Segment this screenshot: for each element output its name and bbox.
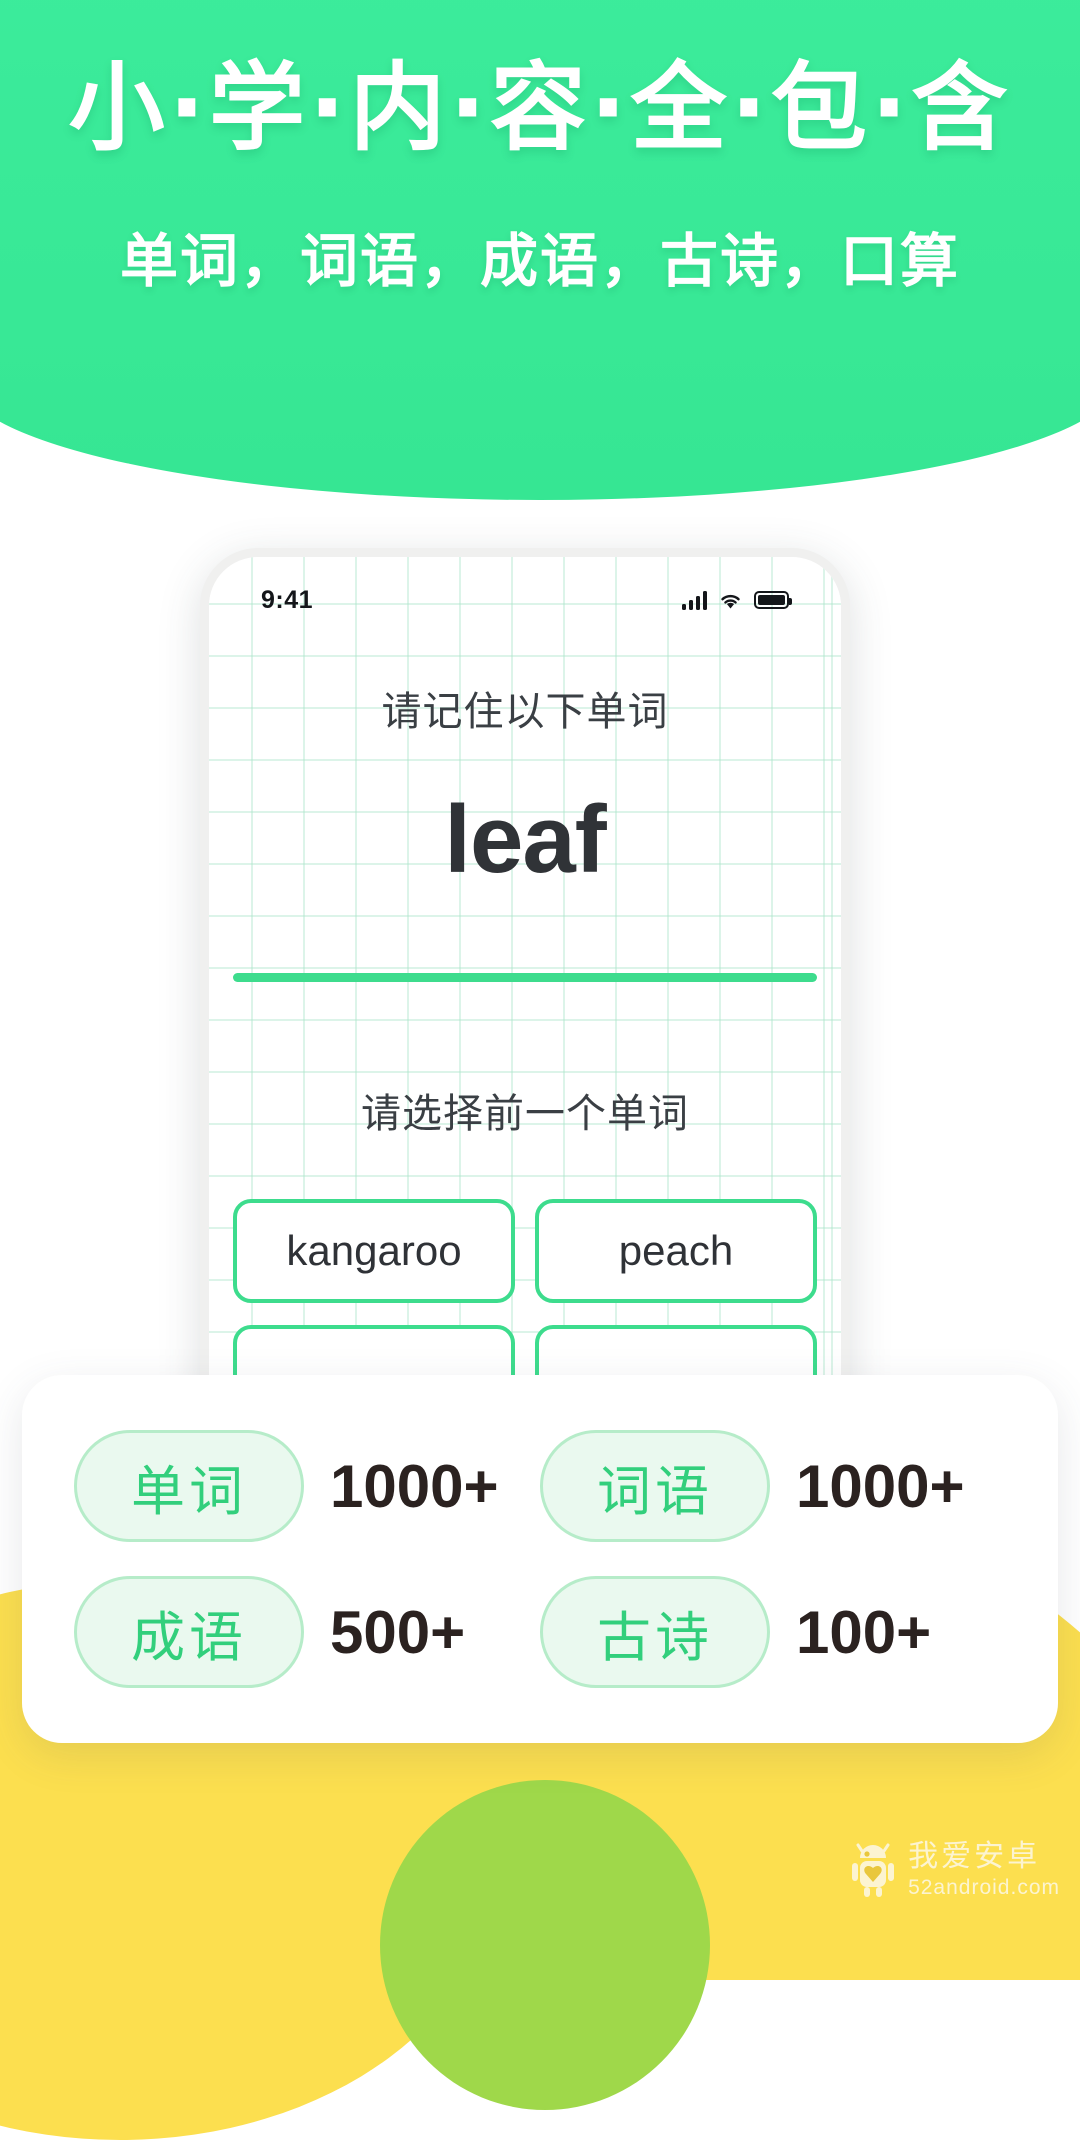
- signal-bars-icon: [682, 590, 707, 610]
- stat-label-pill: 成语: [74, 1576, 304, 1688]
- hero-header: 小·学·内·容·全·包·含 单词，词语，成语，古诗，口算: [0, 0, 1080, 500]
- prompt-memorize: 请记住以下单词: [381, 689, 669, 735]
- stats-card: 单词 1000+ 词语 1000+ 成语 500+ 古诗 100+: [22, 1375, 1058, 1743]
- page-subtitle: 单词，词语，成语，古诗，口算: [119, 227, 960, 295]
- lime-accent-circle: [380, 1780, 710, 2110]
- wifi-icon: [721, 594, 740, 608]
- stat-item: 古诗 100+: [540, 1576, 1006, 1688]
- stat-label-pill: 单词: [74, 1430, 304, 1542]
- status-time: 9:41: [261, 585, 314, 614]
- target-word: leaf: [444, 786, 606, 893]
- page-title: 小·学·内·容·全·包·含: [68, 52, 1012, 164]
- stat-value: 500+: [330, 1598, 466, 1666]
- battery-full-icon: [754, 591, 792, 609]
- answer-option-button[interactable]: peach: [535, 1199, 817, 1303]
- stat-item: 单词 1000+: [74, 1430, 540, 1542]
- word-divider: [233, 973, 817, 982]
- stat-value: 1000+: [796, 1452, 965, 1520]
- phone-screen: 9:41 请记住以下单词 leaf 请选择前一个单词 kangaroo peac…: [209, 557, 841, 1408]
- watermark-text: 我爱安卓 52android.com: [908, 1839, 1060, 1899]
- stat-item: 成语 500+: [74, 1576, 540, 1688]
- status-bar: 9:41: [209, 579, 841, 621]
- stat-label-pill: 词语: [540, 1430, 770, 1542]
- hero-header-content: 小·学·内·容·全·包·含 单词，词语，成语，古诗，口算: [0, 0, 1080, 298]
- android-robot-icon: [852, 1843, 895, 1897]
- prompt-choose: 请选择前一个单词: [361, 1091, 689, 1137]
- answer-option-button[interactable]: kangaroo: [233, 1199, 515, 1303]
- stat-item: 词语 1000+: [540, 1430, 1006, 1542]
- stat-value: 1000+: [330, 1452, 499, 1520]
- watermark: 我爱安卓 52android.com: [850, 1842, 1060, 1898]
- stat-label-pill: 古诗: [540, 1576, 770, 1688]
- watermark-cn: 我爱安卓: [908, 1839, 1041, 1874]
- status-icons: [682, 590, 792, 610]
- phone-mockup: 9:41 请记住以下单词 leaf 请选择前一个单词 kangaroo peac…: [200, 548, 850, 1408]
- stat-value: 100+: [796, 1598, 932, 1666]
- watermark-en: 52android.com: [908, 1876, 1060, 1899]
